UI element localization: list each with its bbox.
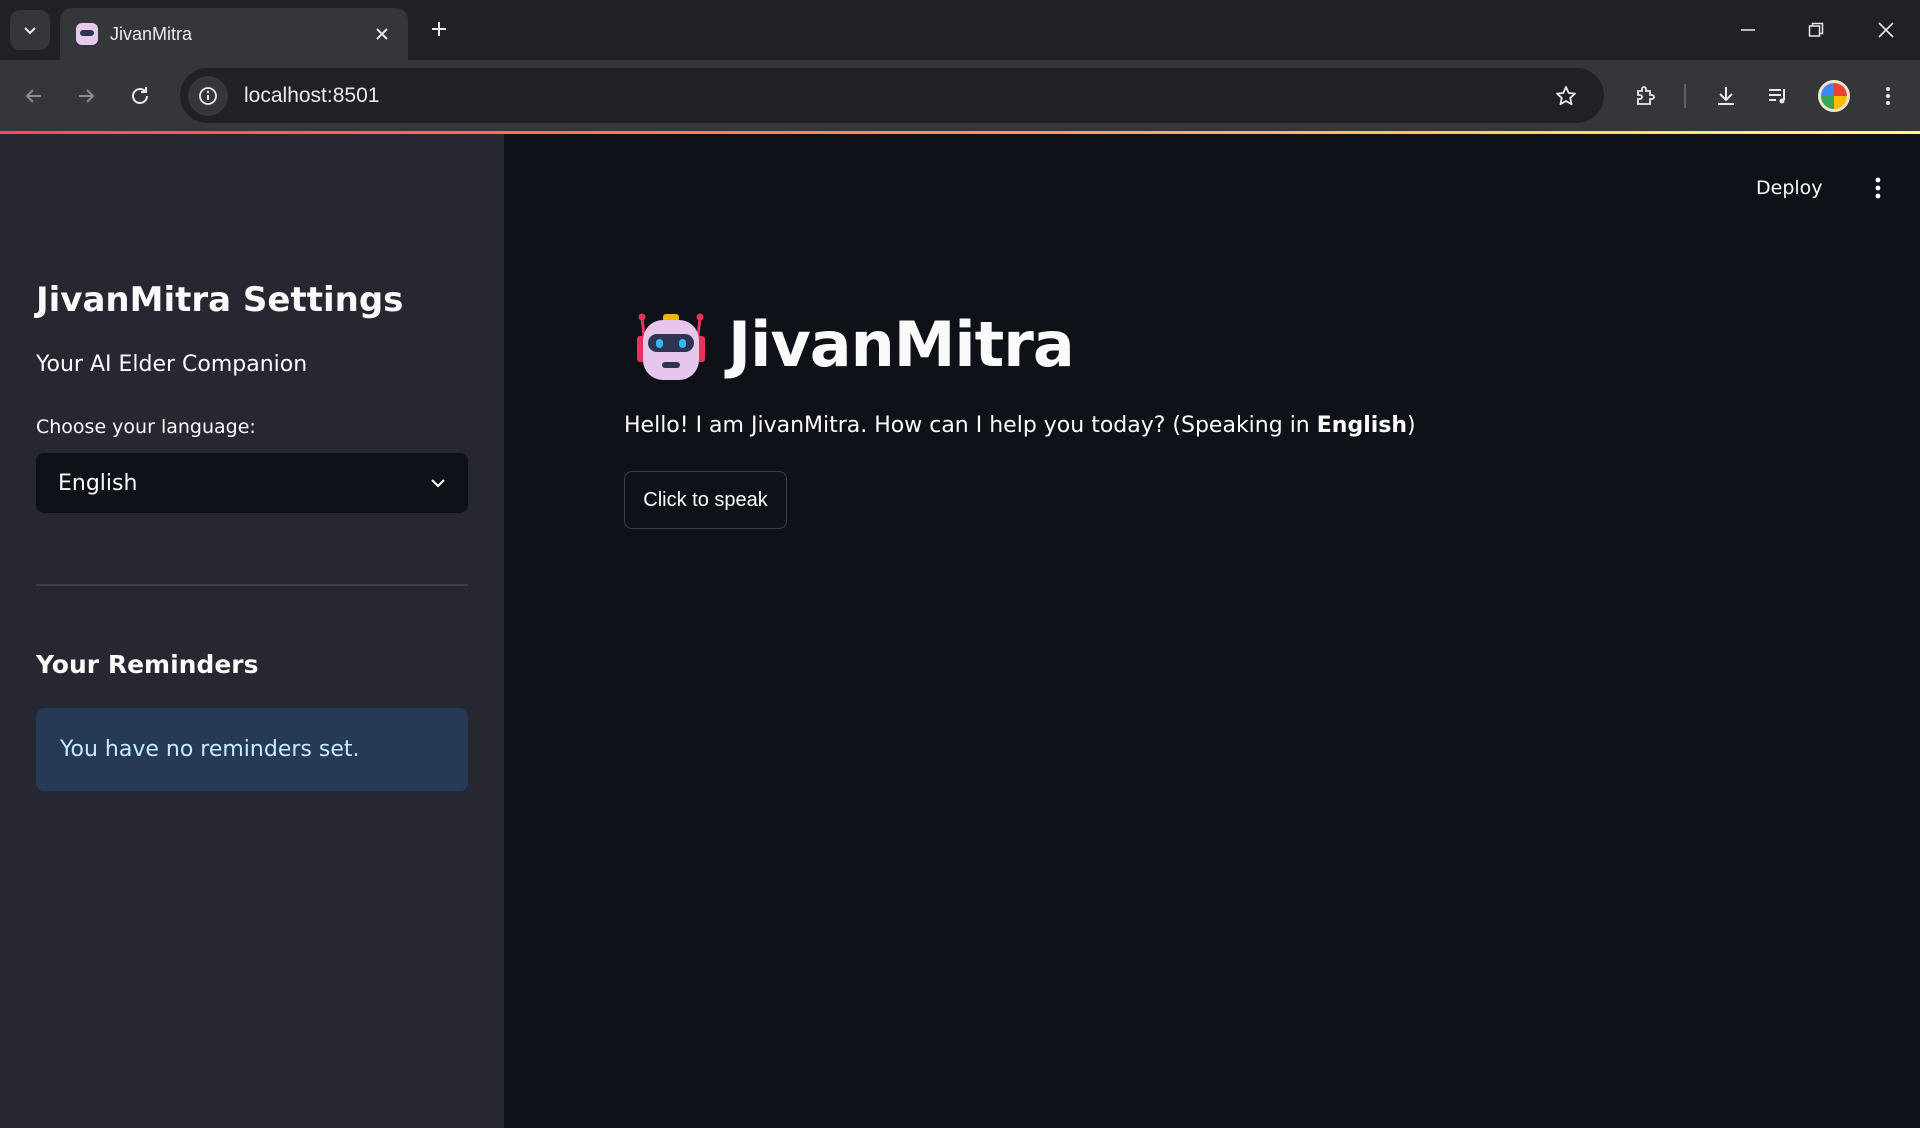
greeting-language: English (1316, 413, 1408, 438)
page-title: JivanMitra (728, 308, 1075, 381)
puzzle-icon (1637, 86, 1655, 105)
site-info-button[interactable] (188, 75, 228, 116)
media-control-button[interactable] (1758, 76, 1798, 116)
restore-icon (1808, 22, 1824, 37)
tab-title: JivanMitra (110, 23, 193, 44)
sidebar-title: JivanMitra Settings (36, 280, 404, 320)
downloads-button[interactable] (1706, 76, 1746, 116)
star-icon (1556, 85, 1576, 105)
browser-tab[interactable]: JivanMitra (60, 8, 408, 60)
tab-close-button[interactable] (368, 20, 396, 48)
more-vertical-icon (1875, 177, 1881, 199)
sidebar-subtitle: Your AI Elder Companion (36, 352, 308, 377)
sidebar: JivanMitra Settings Your AI Elder Compan… (0, 134, 504, 1128)
toolbar-separator (1684, 84, 1686, 108)
bookmark-button[interactable] (1546, 76, 1586, 116)
minimize-button[interactable] (1714, 0, 1782, 60)
reminders-info-box: You have no reminders set. (36, 708, 468, 791)
info-icon (199, 86, 217, 105)
browser-toolbar: localhost:8501 (0, 60, 1920, 131)
main-menu-button[interactable] (1858, 168, 1898, 208)
back-button[interactable] (14, 76, 54, 116)
close-icon (376, 28, 388, 40)
greeting-text: Hello! I am JivanMitra. How can I help y… (624, 413, 1416, 438)
forward-button[interactable] (66, 76, 106, 116)
reload-icon (132, 87, 148, 104)
greeting-prefix: Hello! I am JivanMitra. How can I help y… (624, 413, 1317, 438)
greeting-suffix: ) (1407, 413, 1416, 438)
extensions-button[interactable] (1626, 76, 1666, 116)
main-content: Deploy JivanMitra Hello! I am JivanMitra… (504, 134, 1920, 1128)
arrow-left-icon (25, 89, 41, 103)
chevron-down-icon (426, 471, 450, 495)
more-vertical-icon (1886, 87, 1890, 105)
reminders-info-text: You have no reminders set. (60, 737, 360, 762)
reload-button[interactable] (120, 76, 160, 116)
url-text[interactable]: localhost:8501 (244, 84, 1546, 108)
tab-search-button[interactable] (10, 10, 50, 50)
language-select-value: English (58, 470, 138, 496)
address-bar[interactable]: localhost:8501 (180, 68, 1604, 123)
minimize-icon (1741, 29, 1755, 31)
robot-favicon-icon (76, 23, 98, 45)
download-icon (1718, 87, 1734, 105)
speak-button[interactable]: Click to speak (624, 471, 787, 529)
language-select[interactable]: English (36, 453, 468, 513)
arrow-right-icon (79, 89, 95, 103)
deploy-button[interactable]: Deploy (1748, 170, 1831, 206)
browser-menu-button[interactable] (1868, 76, 1908, 116)
language-select-label: Choose your language: (36, 416, 256, 438)
plus-icon (432, 22, 446, 36)
robot-icon (637, 313, 705, 380)
profile-avatar[interactable] (1818, 80, 1850, 112)
restore-button[interactable] (1782, 0, 1850, 60)
browser-tabstrip: JivanMitra (0, 0, 1920, 60)
playlist-music-icon (1769, 89, 1785, 104)
reminders-title: Your Reminders (36, 650, 259, 679)
close-window-button[interactable] (1852, 0, 1920, 60)
sidebar-divider (36, 584, 468, 586)
new-tab-button[interactable] (422, 12, 456, 46)
close-icon (1878, 22, 1894, 38)
chevron-down-icon (24, 27, 36, 35)
